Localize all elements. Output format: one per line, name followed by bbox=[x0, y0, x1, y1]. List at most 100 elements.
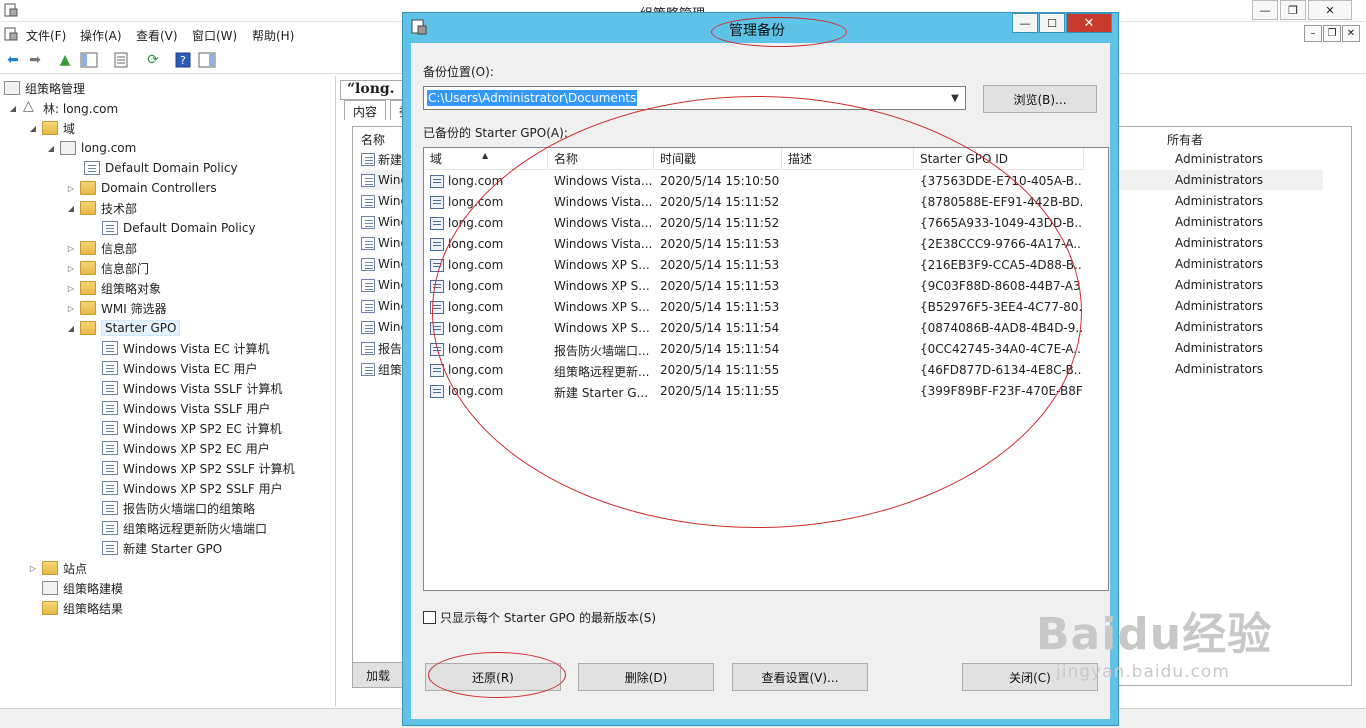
chevron-down-icon[interactable]: ▼ bbox=[947, 90, 963, 106]
latest-version-checkbox[interactable]: 只显示每个 Starter GPO 的最新版本(S) bbox=[423, 609, 656, 626]
menu-file[interactable]: 文件(F) bbox=[26, 27, 66, 44]
tree-starter-item[interactable]: 报告防火墙端口的组策略 bbox=[102, 498, 255, 518]
column-name[interactable]: 名称 bbox=[548, 148, 654, 170]
column-timestamp[interactable]: 时间戳 bbox=[654, 148, 782, 170]
collapse-arrow-icon[interactable]: ◢ bbox=[28, 124, 38, 133]
backup-location-value[interactable]: C:\Users\Administrator\Documents bbox=[427, 90, 638, 106]
tree-starter-item[interactable]: Windows Vista EC 用户 bbox=[102, 358, 258, 378]
table-row[interactable]: long.com Windows Vista... 2020/5/14 15:11:… bbox=[424, 234, 1084, 255]
table-row[interactable]: long.com Windows XP S... 2020/5/14 15:11:5… bbox=[424, 297, 1084, 318]
table-row[interactable]: long.com Windows XP S... 2020/5/14 15:11:5… bbox=[424, 255, 1084, 276]
tree-sites[interactable]: ▷ 站点 bbox=[28, 558, 87, 578]
browse-button[interactable]: 浏览(B)... bbox=[983, 85, 1097, 113]
tree-gpo-objects[interactable]: ▷ 组策略对象 bbox=[66, 278, 161, 298]
table-row[interactable]: long.com 组策略远程更新... 2020/5/14 15:11:55 {46F… bbox=[424, 360, 1084, 381]
tree-starter-item[interactable]: Windows XP SP2 SSLF 计算机 bbox=[102, 458, 295, 478]
tree-starter-item[interactable]: Windows Vista EC 计算机 bbox=[102, 338, 270, 358]
collapse-arrow-icon[interactable]: ◢ bbox=[66, 204, 76, 213]
menu-help[interactable]: 帮助(H) bbox=[252, 27, 294, 44]
tree-forest[interactable]: ◢ 林: long.com bbox=[8, 98, 118, 118]
action-pane-icon[interactable] bbox=[198, 51, 216, 69]
table-row[interactable]: long.com 新建 Starter G... 2020/5/14 15:11:5… bbox=[424, 381, 1084, 402]
tree-wmi-filters[interactable]: ▷ WMI 筛选器 bbox=[66, 298, 167, 318]
up-folder-icon[interactable]: ▲ bbox=[56, 51, 74, 69]
table-row[interactable]: long.com Windows Vista... 2020/5/14 15:11:… bbox=[424, 192, 1084, 213]
tree-starter-item[interactable]: Windows XP SP2 EC 计算机 bbox=[102, 418, 282, 438]
collapse-arrow-icon[interactable]: ◢ bbox=[46, 144, 56, 153]
collapse-arrow-icon[interactable]: ◢ bbox=[8, 104, 18, 113]
gpo-link-icon bbox=[84, 161, 100, 175]
close-button[interactable]: ✕ bbox=[1308, 0, 1352, 20]
dialog-minimize-button[interactable]: — bbox=[1012, 13, 1038, 33]
view-settings-button[interactable]: 查看设置(V)... bbox=[732, 663, 868, 691]
menu-action[interactable]: 操作(A) bbox=[80, 27, 122, 44]
table-row[interactable]: long.com Windows Vista... 2020/5/14 15:10:… bbox=[424, 171, 1084, 192]
cell-name: Windows XP S... bbox=[554, 279, 650, 293]
menu-window[interactable]: 窗口(W) bbox=[192, 27, 237, 44]
tree-results[interactable]: 组策略结果 bbox=[42, 598, 123, 618]
tree-domain-controllers[interactable]: ▷ Domain Controllers bbox=[66, 178, 217, 198]
column-starter-gpo-id[interactable]: Starter GPO ID bbox=[914, 148, 1084, 170]
table-row[interactable]: long.com 报告防火墙端口... 2020/5/14 15:11:54 {0CC… bbox=[424, 339, 1084, 360]
expand-arrow-icon[interactable]: ▷ bbox=[66, 184, 76, 193]
mmc-app-icon[interactable] bbox=[4, 3, 18, 17]
expand-arrow-icon[interactable]: ▷ bbox=[66, 264, 76, 273]
tree-domain[interactable]: ◢ long.com bbox=[46, 138, 136, 158]
menu-view[interactable]: 查看(V) bbox=[136, 27, 178, 44]
expand-arrow-icon[interactable]: ▷ bbox=[66, 244, 76, 253]
column-domain[interactable]: 域 ▲ bbox=[424, 148, 548, 170]
tree-tech-dept[interactable]: ◢ 技术部 bbox=[66, 198, 137, 218]
dialog-close-button[interactable]: ✕ bbox=[1066, 13, 1112, 33]
expand-arrow-icon[interactable]: ▷ bbox=[66, 304, 76, 313]
tree-starter-item[interactable]: 组策略远程更新防火墙端口 bbox=[102, 518, 267, 538]
column-description[interactable]: 描述 bbox=[782, 148, 914, 170]
starter-gpo-icon bbox=[102, 461, 118, 475]
console-icon[interactable] bbox=[4, 27, 18, 41]
collapse-arrow-icon[interactable]: ◢ bbox=[66, 324, 76, 333]
delete-button[interactable]: 删除(D) bbox=[578, 663, 714, 691]
tree-starter-item[interactable]: Windows Vista SSLF 计算机 bbox=[102, 378, 282, 398]
backed-up-gpo-list[interactable]: 域 ▲ 名称 时间戳 描述 Starter GPO ID long.com Win… bbox=[423, 147, 1109, 591]
table-row[interactable]: long.com Windows Vista... 2020/5/14 15:11:… bbox=[424, 213, 1084, 234]
properties-icon[interactable] bbox=[112, 51, 130, 69]
maximize-button[interactable]: ❐ bbox=[1280, 0, 1306, 20]
help-icon[interactable]: ? bbox=[174, 51, 192, 69]
backup-location-combobox[interactable]: C:\Users\Administrator\Documents ▼ bbox=[423, 86, 966, 110]
tree-starter-gpo[interactable]: ◢ Starter GPO bbox=[66, 318, 181, 338]
tree-info-dept2[interactable]: ▷ 信息部门 bbox=[66, 258, 149, 278]
mdi-close-button[interactable]: ✕ bbox=[1342, 25, 1360, 42]
refresh-icon[interactable]: ⟳ bbox=[144, 51, 162, 69]
starter-gpo-icon bbox=[361, 362, 375, 376]
tree-starter-item[interactable]: Windows XP SP2 SSLF 用户 bbox=[102, 478, 283, 498]
tree-info-dept[interactable]: ▷ 信息部 bbox=[66, 238, 137, 258]
dialog-titlebar[interactable]: 管理备份 — ☐ ✕ bbox=[403, 13, 1118, 41]
expand-arrow-icon[interactable]: ▷ bbox=[66, 284, 76, 293]
tree-tech-default-policy[interactable]: Default Domain Policy bbox=[102, 218, 256, 238]
mdi-minimize-button[interactable]: – bbox=[1304, 25, 1322, 42]
minimize-button[interactable]: — bbox=[1252, 0, 1278, 20]
show-hide-tree-icon[interactable] bbox=[80, 51, 98, 69]
checkbox-box[interactable] bbox=[423, 611, 436, 624]
table-row[interactable]: long.com Windows XP S... 2020/5/14 15:11:5… bbox=[424, 318, 1084, 339]
forward-arrow-icon[interactable]: ➡ bbox=[26, 51, 44, 69]
restore-button[interactable]: 还原(R) bbox=[425, 663, 561, 691]
dialog-maximize-button[interactable]: ☐ bbox=[1039, 13, 1065, 33]
expand-arrow-icon[interactable]: ▷ bbox=[28, 564, 38, 573]
column-owner[interactable]: 所有者 bbox=[1167, 131, 1203, 148]
tree-modeling[interactable]: 组策略建模 bbox=[42, 578, 123, 598]
tree-domains[interactable]: ◢ 域 bbox=[28, 118, 75, 138]
close-dialog-button[interactable]: 关闭(C) bbox=[962, 663, 1098, 691]
column-name[interactable]: 名称 bbox=[361, 131, 385, 148]
mdi-restore-button[interactable]: ❐ bbox=[1323, 25, 1341, 42]
back-arrow-icon[interactable]: ⬅ bbox=[4, 51, 22, 69]
load-button[interactable]: 加载 bbox=[352, 662, 404, 688]
tree-starter-item[interactable]: Windows XP SP2 EC 用户 bbox=[102, 438, 270, 458]
tab-contents[interactable]: 内容 bbox=[344, 100, 387, 120]
tree-starter-item[interactable]: 新建 Starter GPO bbox=[102, 538, 222, 558]
cell-domain: long.com bbox=[448, 195, 504, 209]
table-row[interactable]: long.com Windows XP S... 2020/5/14 15:11:5… bbox=[424, 276, 1084, 297]
tree-default-domain-policy[interactable]: Default Domain Policy bbox=[84, 158, 238, 178]
tree-starter-item[interactable]: Windows Vista SSLF 用户 bbox=[102, 398, 270, 418]
cell-domain: long.com bbox=[448, 279, 504, 293]
tree-root[interactable]: 组策略管理 bbox=[4, 78, 85, 98]
